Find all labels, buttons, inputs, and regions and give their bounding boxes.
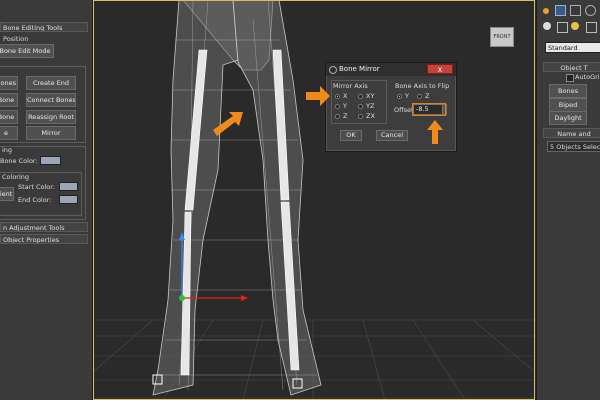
autogrid-checkbox[interactable] (566, 74, 574, 82)
bones-create-button[interactable]: Bones (549, 84, 587, 98)
rollout-title: Bone Editing Tools (3, 24, 63, 32)
flip-axis-z-radio[interactable] (417, 94, 422, 99)
dialog-titlebar[interactable]: Bone Mirror x (326, 63, 456, 76)
modify-icon[interactable] (555, 5, 566, 16)
annotation-arrows-offset (427, 120, 443, 144)
start-color-swatch[interactable] (59, 182, 78, 191)
gradient-coloring-label: Coloring (2, 173, 30, 181)
create-end-button[interactable]: Create End (26, 76, 76, 90)
create-bones-button[interactable]: Bones (0, 76, 18, 90)
hierarchy-icon[interactable] (570, 5, 581, 16)
flip-axis-z-label: Z (425, 92, 430, 100)
annotation-arrow-offset (427, 120, 443, 144)
autogrid-label: AutoGri (575, 73, 600, 81)
cameras-icon[interactable] (586, 22, 597, 33)
cancel-button[interactable]: Cancel (376, 130, 408, 141)
bone-axis-flip-label: Bone Axis to Flip (395, 82, 450, 90)
annotation-arrows (306, 86, 330, 106)
bone-edit-mode-button[interactable]: Bone Edit Mode (0, 44, 54, 58)
ok-button[interactable]: OK (340, 130, 362, 141)
biped-create-button[interactable]: Biped (549, 98, 587, 112)
mirror-axis-zx-label: ZX (366, 112, 375, 120)
command-panel-left: Bone Editing Tools Position Bone Edit Mo… (0, 0, 93, 400)
create-icon[interactable] (543, 8, 549, 14)
object-properties-rollout[interactable]: Object Properties (0, 234, 88, 244)
category-dropdown-value: Standard (548, 44, 578, 52)
mirror-button[interactable]: Mirror (26, 126, 76, 140)
mirror-axis-z-label: Z (343, 112, 348, 120)
geometry-icon[interactable] (543, 22, 551, 30)
mirror-axis-x-label: X (343, 92, 348, 100)
bone-color-label: Bone Color: (0, 157, 38, 165)
rollout-title: Object T (560, 64, 588, 72)
motion-icon[interactable] (585, 5, 596, 16)
close-icon[interactable]: x (427, 64, 453, 74)
mirror-axis-y-label: Y (343, 102, 347, 110)
name-and-color-rollout[interactable]: Name and (543, 128, 600, 138)
offset-highlight-box (412, 103, 446, 116)
bone-editing-tools-rollout[interactable]: Bone Editing Tools (0, 22, 88, 32)
mirror-axis-zx-radio[interactable] (358, 114, 363, 119)
flip-axis-y-label: Y (405, 92, 409, 100)
flip-axis-y-radio[interactable] (397, 94, 402, 99)
reassign-root-button[interactable]: Reassign Root (26, 110, 76, 124)
active-viewport-border (93, 0, 535, 400)
mirror-axis-yz-radio[interactable] (358, 104, 363, 109)
bone-color-swatch[interactable] (40, 156, 61, 165)
end-color-swatch[interactable] (59, 195, 78, 204)
lights-icon[interactable] (571, 22, 579, 30)
apply-gradient-button[interactable]: dient (0, 187, 14, 201)
front-viewport[interactable]: FRONT (93, 0, 535, 400)
mirror-axis-xy-label: XY (366, 92, 375, 100)
remove-bone-button[interactable]: Bone (0, 93, 18, 107)
connect-bones-button[interactable]: Connect Bones (26, 93, 76, 107)
object-name-field[interactable]: 5 Objects Selecte (547, 141, 600, 152)
app-icon (329, 66, 337, 74)
end-color-label: End Color: (18, 196, 52, 204)
rollout-title: Name and (557, 130, 591, 138)
category-dropdown[interactable]: Standard (545, 42, 600, 53)
shapes-icon[interactable] (557, 22, 568, 33)
rollout-title: Object Properties (3, 236, 60, 244)
fin-adjustment-tools-rollout[interactable]: n Adjustment Tools (0, 222, 88, 232)
command-panel-right: Standard Object T AutoGri Bones Biped Da… (536, 0, 600, 400)
mirror-axis-yz-label: YZ (366, 102, 375, 110)
daylight-create-button[interactable]: Daylight (549, 111, 587, 125)
delete-bone-button[interactable]: Bone (0, 110, 18, 124)
dialog-title: Bone Mirror (339, 65, 380, 73)
refine-button[interactable]: e (0, 126, 18, 140)
fin-label: ing (2, 146, 13, 154)
offset-label: Offset (394, 106, 414, 114)
mirror-axis-xy-radio[interactable] (358, 94, 363, 99)
object-type-rollout[interactable]: Object T (543, 62, 600, 72)
annotation-arrow-mirror-axis (306, 86, 330, 106)
object-name-value: 5 Objects Selecte (550, 143, 600, 151)
start-color-label: Start Color: (18, 183, 55, 191)
position-label: Position (3, 35, 29, 43)
rollout-title: n Adjustment Tools (3, 224, 65, 232)
